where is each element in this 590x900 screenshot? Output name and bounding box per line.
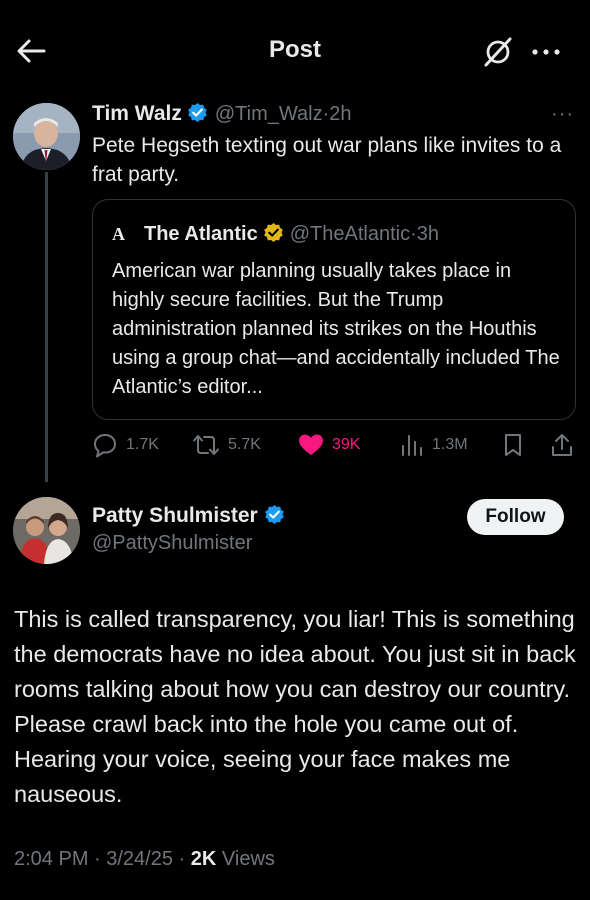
quoted-author-name: The Atlantic	[144, 223, 258, 245]
grok-icon	[484, 37, 512, 67]
tim-walz-avatar-image	[13, 103, 80, 170]
reply-author-handle[interactable]: @PattyShulmister	[92, 532, 252, 555]
tweet-more-button[interactable]: ···	[551, 103, 574, 126]
top-bar: Post	[0, 0, 590, 88]
more-options-button[interactable]	[530, 38, 562, 66]
views-count: 1.3M	[432, 436, 468, 453]
reply-count: 1.7K	[126, 436, 159, 453]
quoted-author-row: A The Atlantic @TheAtlantic·3h	[112, 222, 439, 246]
reply-icon	[94, 434, 116, 458]
retweet-button[interactable]: 5.7K	[192, 428, 261, 462]
quoted-author-handle: @TheAtlantic	[289, 223, 411, 245]
share-button[interactable]	[550, 428, 574, 462]
post-timestamp-row: 2:04 PM · 3/24/25 · 2K Views	[14, 848, 275, 871]
quoted-tweet-text: American war planning usually takes plac…	[112, 260, 560, 398]
like-count: 39K	[332, 436, 361, 453]
views-button[interactable]: 1.3M	[400, 428, 468, 462]
reply-author-name[interactable]: Patty Shulmister	[92, 504, 258, 527]
post-views-label: Views	[216, 848, 275, 870]
share-icon	[552, 434, 572, 456]
verified-gold-badge-icon	[263, 222, 283, 243]
retweet-icon	[193, 435, 219, 455]
follow-button[interactable]: Follow	[467, 499, 564, 535]
author-handle[interactable]: @Tim_Walz	[215, 103, 323, 125]
bar-chart-icon	[402, 435, 422, 456]
heart-filled-icon	[299, 434, 323, 455]
like-button[interactable]: 39K	[298, 428, 360, 462]
bookmark-icon	[505, 434, 521, 456]
avatar[interactable]	[13, 103, 80, 170]
post-timestamp: 2:04 PM · 3/24/25 ·	[14, 848, 191, 870]
more-horizontal-icon	[532, 49, 560, 55]
tweet-text: Pete Hegseth texting out war plans like …	[92, 134, 562, 186]
avatar[interactable]	[13, 497, 80, 564]
thread-connector-line	[45, 172, 48, 482]
retweet-count: 5.7K	[228, 436, 261, 453]
verified-badge-icon	[264, 504, 284, 525]
tweet-action-bar: 1.7K 5.7K 39K 1.3M	[92, 428, 576, 462]
post-views-count[interactable]: 2K	[191, 848, 217, 870]
author-name[interactable]: Tim Walz	[92, 102, 182, 125]
bookmark-button[interactable]	[502, 428, 524, 462]
grok-button[interactable]	[482, 36, 514, 68]
patty-shulmister-avatar-image	[13, 497, 80, 564]
reply-text: This is called transparency, you liar! T…	[14, 606, 576, 807]
quoted-tweet-time: 3h	[416, 223, 439, 245]
tweet-time[interactable]: 2h	[329, 103, 351, 125]
verified-badge-icon	[188, 102, 207, 123]
reply-button[interactable]: 1.7K	[92, 428, 159, 462]
the-atlantic-logo-icon: A	[112, 224, 125, 244]
quoted-meta-separator: ·	[410, 223, 417, 245]
reply-author-row: Patty Shulmister	[92, 504, 285, 528]
tweet-author-row: Tim Walz @Tim_Walz·2h	[92, 102, 352, 126]
quoted-tweet-card[interactable]: A The Atlantic @TheAtlantic·3h American w…	[92, 199, 576, 420]
